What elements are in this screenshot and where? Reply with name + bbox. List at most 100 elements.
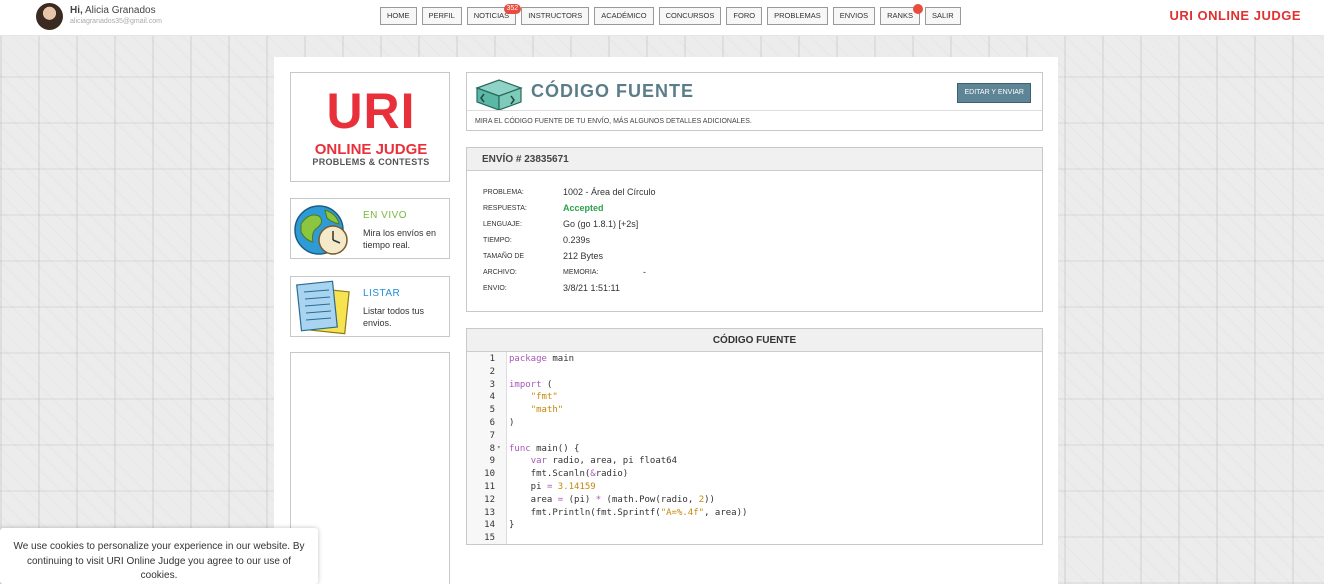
source-code-header: CÓDIGO FUENTE (467, 329, 1042, 352)
code-line: 1 package main (467, 354, 1042, 367)
code-line: 13 fmt.Println(fmt.Sprintf("A=%.4f", are… (467, 508, 1042, 521)
line-number: 14 (484, 520, 495, 531)
line-number: 12 (484, 494, 495, 505)
submission-details-box: ENVÍO # 23835671 PROBLEMA: 1002 - Área d… (466, 147, 1043, 312)
fold-arrow-icon[interactable]: ▾ (497, 444, 501, 451)
line-number: 5 (489, 405, 495, 416)
code-line: 10 fmt.Scanln(&radio) (467, 469, 1042, 482)
code-line: 11 pi = 3.14159 (467, 482, 1042, 495)
problem-label: PROBLEMA: (483, 189, 524, 196)
file-label: ARCHIVO: (483, 269, 517, 276)
code-text: ) (509, 418, 515, 428)
page-header-box: CÓDIGO FUENTE EDITAR Y ENVIAR MIRA EL CÓ… (466, 72, 1043, 131)
size-value: 212 Bytes (563, 251, 604, 261)
nav-noticias[interactable]: NOTICIAS 352 (466, 4, 522, 25)
greeting-label: Hi, (70, 5, 83, 16)
nav-academico[interactable]: ACADÉMICO (594, 7, 654, 25)
sent-value: 3/8/21 1:51:11 (563, 283, 620, 293)
sidebar-list-title: LISTAR (363, 288, 401, 299)
sidebar-live-desc: Mira los envíos en tiempo real. (363, 228, 437, 250)
ranks-notification-dot (912, 4, 923, 14)
time-label: TIEMPO: (483, 237, 512, 244)
code-line: 8 ▾ func main() { (467, 444, 1042, 457)
brand-title[interactable]: URI ONLINE JUDGE (1169, 8, 1301, 23)
memory-value: - (643, 267, 646, 277)
language-label: LENGUAJE: (483, 221, 522, 228)
code-text: var radio, area, pi float64 (530, 456, 677, 467)
submission-title: ENVÍO # 23835671 (482, 154, 569, 165)
source-code-box: CÓDIGO FUENTE 1 package main 2 3 import (4 "… (466, 328, 1043, 545)
logo-tagline: PROBLEMS & CONTESTS (312, 157, 430, 167)
notification-badge: 352 (503, 4, 522, 14)
sidebar-live-card[interactable]: EN VIVO Mira los envíos en tiempo real. (290, 198, 450, 259)
sidebar-list-desc: Listar todos tus envios. (363, 306, 425, 328)
line-number: 2 (489, 366, 495, 377)
page-description-bar: MIRA EL CÓDIGO FUENTE DE TU ENVÍO, MÁS A… (467, 110, 1042, 131)
nav-foro[interactable]: FORO (726, 7, 763, 25)
line-number: 11 (484, 482, 495, 492)
time-value: 0.239s (563, 235, 591, 245)
user-greeting: Hi, Alicia Granados (70, 5, 156, 16)
user-email: aliciagranados35@gmail.com (70, 18, 162, 25)
sidebar-list-card[interactable]: LISTAR Listar todos tus envios. (290, 276, 450, 337)
code-text: pi = 3.14159 (509, 482, 596, 492)
nav-instructors[interactable]: INSTRUCTORS (521, 7, 590, 25)
response-label: RESPUESTA: (483, 205, 527, 212)
code-line: 6) (467, 418, 1042, 431)
nav-concursos[interactable]: CONCURSOS (658, 7, 722, 25)
page-description: MIRA EL CÓDIGO FUENTE DE TU ENVÍO, MÁS A… (475, 118, 752, 125)
size-label: TAMAÑO DE (483, 253, 525, 260)
nav-envios[interactable]: ENVIOS (832, 7, 876, 25)
code-line: 2 (467, 367, 1042, 380)
code-text: func main() { (509, 443, 580, 454)
logo-box[interactable]: URI ONLINE JUDGE PROBLEMS & CONTESTS (290, 72, 450, 182)
line-number: 15 (484, 533, 495, 544)
document-list-icon (296, 280, 350, 335)
line-number: 1 (489, 354, 495, 364)
nav-salir[interactable]: SALIR (924, 7, 961, 25)
line-number: 3 (489, 379, 495, 390)
nav-home[interactable]: HOME (380, 7, 417, 25)
sent-label: ENVIO: (483, 285, 507, 292)
code-line: 15 (467, 533, 1042, 546)
nav-ranks[interactable]: RANKS (880, 4, 923, 25)
code-text: area = (pi) * (math.Pow(radio, 2)) (509, 494, 715, 505)
line-number: 4 (489, 392, 495, 403)
submission-header: ENVÍO # 23835671 (467, 148, 1042, 171)
nav-noticias-label: NOTICIAS (473, 11, 510, 20)
code-text: } (509, 520, 515, 531)
response-value: Accepted (563, 203, 604, 213)
nav-perfil[interactable]: PERFIL (421, 7, 462, 25)
globe-clock-icon (294, 205, 348, 255)
avatar[interactable] (36, 3, 63, 30)
line-number: 13 (484, 507, 495, 518)
edit-and-submit-button[interactable]: EDITAR Y ENVIAR (957, 83, 1031, 103)
logo-subtitle: ONLINE JUDGE (314, 141, 428, 158)
line-number: 10 (484, 469, 495, 480)
memory-label: MEMORIA: (563, 269, 599, 276)
problem-link[interactable]: 1002 - Área del Círculo (563, 187, 656, 197)
page-title: CÓDIGO FUENTE (531, 81, 695, 101)
code-text: "fmt" (530, 392, 558, 403)
line-number: 6 (489, 418, 495, 428)
code-text: fmt.Println(fmt.Sprintf("A=%.4f", area)) (509, 507, 748, 518)
code-line: 5 "math" (467, 405, 1042, 418)
code-line: 3 import ( (467, 380, 1042, 393)
code-text: fmt.Scanln(&radio) (509, 469, 629, 480)
source-code-title: CÓDIGO FUENTE (712, 335, 797, 346)
language-value: Go (go 1.8.1) [+2s] (563, 219, 639, 229)
top-bar: Hi, Alicia Granados aliciagranados35@gma… (0, 0, 1324, 36)
nav-problemas[interactable]: PROBLEMAS (767, 7, 828, 25)
main-nav: HOME PERFIL NOTICIAS 352 INSTRUCTORS ACA… (380, 4, 961, 25)
cookie-banner[interactable]: We use cookies to personalize your exper… (0, 528, 318, 584)
code-line: 14} (467, 520, 1042, 533)
code-text: "math" (530, 405, 564, 416)
code-line: 7 (467, 431, 1042, 444)
code-line: 4 "fmt" (467, 392, 1042, 405)
code-line: 9 var radio, area, pi float64 (467, 456, 1042, 469)
line-number: 9 (489, 456, 495, 467)
sidebar-live-title: EN VIVO (363, 210, 408, 221)
line-number: 8 (489, 443, 495, 454)
logo-uri-text: URI (326, 83, 416, 139)
line-number: 7 (489, 430, 495, 441)
